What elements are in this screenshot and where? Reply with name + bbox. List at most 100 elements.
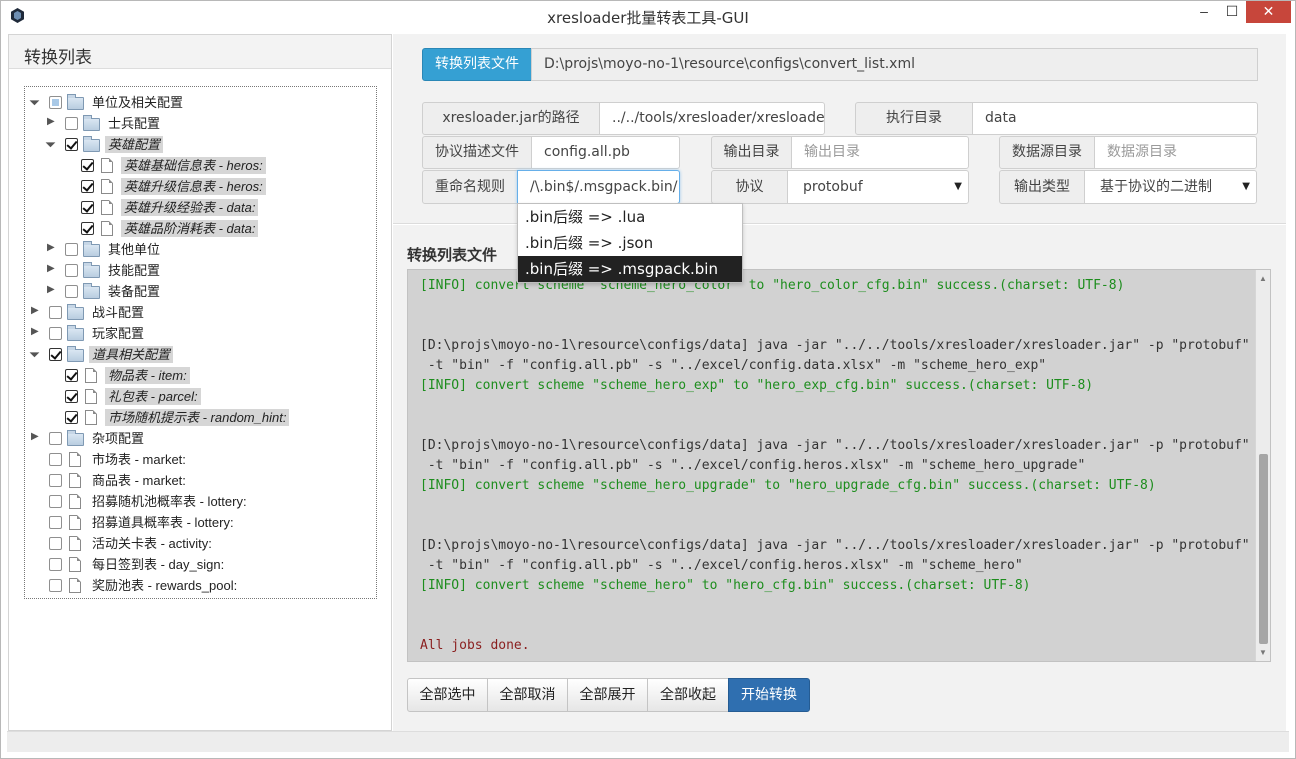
tree-item-label: 市场随机提示表 - random_hint: [105,409,290,426]
log-line: All jobs done. [420,638,530,653]
tree-checkbox[interactable] [49,516,62,529]
tree-checkbox[interactable] [65,138,78,151]
tree-file-row[interactable]: 市场表 - market: [25,449,376,470]
tree-file-row[interactable]: 物品表 - item: [25,365,376,386]
tree-checkbox[interactable] [49,96,62,109]
tree-item-label: 招募随机池概率表 - lottery: [92,494,247,509]
protocol-select[interactable]: protobuf ▼ [787,170,969,204]
tree-folder-row[interactable]: ▶ 装备配置 [25,281,376,302]
collapse-arrow-icon[interactable]: ▶ [47,116,57,128]
expand-arrow-icon[interactable]: ◢ [44,135,60,151]
tree-checkbox[interactable] [49,348,62,361]
expand-all-button[interactable]: 全部展开 [567,678,648,712]
tree-checkbox[interactable] [65,390,78,403]
tree-checkbox[interactable] [81,180,94,193]
collapse-arrow-icon[interactable]: ▶ [31,326,41,338]
tree-folder-row[interactable]: ▶ 其他单位 [25,239,376,260]
tree-checkbox[interactable] [49,537,62,550]
output-type-select[interactable]: 基于协议的二进制 ▼ [1084,170,1257,204]
tree-checkbox[interactable] [65,285,78,298]
tree-checkbox[interactable] [65,264,78,277]
collapse-arrow-icon[interactable]: ▶ [31,431,41,443]
tree-folder-row[interactable]: ▶ 玩家配置 [25,323,376,344]
tree-checkbox[interactable] [65,369,78,382]
tree-checkbox[interactable] [81,201,94,214]
tree-checkbox[interactable] [49,474,62,487]
tree-file-row[interactable]: 英雄升级信息表 - heros: [25,176,376,197]
tree-file-row[interactable]: 招募随机池概率表 - lottery: [25,491,376,512]
tree-checkbox[interactable] [49,558,62,571]
log-line: [INFO] convert scheme "scheme_hero_exp" … [420,378,1094,393]
proto-desc-input[interactable]: config.all.pb [531,136,680,169]
tree-folder-row[interactable]: ▶ 技能配置 [25,260,376,281]
folder-icon [83,115,100,131]
collapse-all-button[interactable]: 全部收起 [647,678,729,712]
tree-file-row[interactable]: 招募道具概率表 - lottery: [25,512,376,533]
tree-file-row[interactable]: 英雄品阶消耗表 - data: [25,218,376,239]
tree-folder-row[interactable]: ◢ 单位及相关配置 [25,92,376,113]
tree-file-row[interactable]: 商品表 - market: [25,470,376,491]
jar-path-input[interactable]: ../../tools/xresloader/xresloader. [599,102,825,135]
tree-file-row[interactable]: 奖励池表 - rewards_pool: [25,575,376,596]
tree-checkbox[interactable] [65,117,78,130]
tree-item-label: 单位及相关配置 [92,95,184,110]
tree-checkbox[interactable] [49,432,62,445]
tree-checkbox[interactable] [65,411,78,424]
log-line: [D:\projs\moyo-no-1\resource\configs/dat… [420,438,1250,453]
tree-checkbox[interactable] [49,579,62,592]
rename-suggestion-item[interactable]: .bin后缀 => .lua [518,204,742,230]
expand-arrow-icon[interactable]: ◢ [28,345,44,361]
tree-checkbox[interactable] [49,327,62,340]
tree-folder-row[interactable]: ▶ 杂项配置 [25,428,376,449]
log-output[interactable]: [INFO] convert scheme "scheme_hero_color… [407,269,1271,662]
collapse-arrow-icon[interactable]: ▶ [47,263,57,275]
exec-dir-input[interactable]: data [972,102,1258,135]
tree-file-row[interactable]: 每日签到表 - day_sign: [25,554,376,575]
tree-folder-row[interactable]: ◢ 英雄配置 [25,134,376,155]
collapse-arrow-icon[interactable]: ▶ [47,242,57,254]
tree-item-label: 英雄配置 [105,136,164,153]
tree-checkbox[interactable] [49,495,62,508]
chevron-down-icon: ▼ [1242,181,1250,192]
tree-file-row[interactable]: 活动关卡表 - activity: [25,533,376,554]
close-button[interactable]: ✕ [1246,1,1291,23]
tree-folder-row[interactable]: ▶ 战斗配置 [25,302,376,323]
maximize-button[interactable]: ☐ [1219,1,1245,23]
file-icon [101,200,113,215]
scroll-up-icon[interactable]: ▲ [1256,272,1270,286]
tree-checkbox[interactable] [49,306,62,319]
start-convert-button[interactable]: 开始转换 [728,678,810,712]
tree-file-row[interactable]: 英雄升级经验表 - data: [25,197,376,218]
collapse-arrow-icon[interactable]: ▶ [47,284,57,296]
rename-rule-input[interactable]: /\.bin$/.msgpack.bin/ [517,170,680,204]
proto-desc-label: 协议描述文件 [422,136,532,169]
convert-list-path-field[interactable]: D:\projs\moyo-no-1\resource\configs\conv… [531,48,1258,81]
folder-icon [83,136,100,152]
panel-title: 转换列表 [9,35,391,69]
minimize-button[interactable]: – [1191,1,1217,23]
data-source-dir-input[interactable]: 数据源目录 [1094,136,1257,169]
output-dir-input[interactable]: 输出目录 [791,136,969,169]
rename-suggestion-item[interactable]: .bin后缀 => .json [518,230,742,256]
convert-list-file-button[interactable]: 转换列表文件 [422,48,532,81]
tree-file-row[interactable]: 英雄基础信息表 - heros: [25,155,376,176]
log-scrollbar[interactable]: ▲ ▼ [1255,270,1270,661]
scroll-thumb[interactable] [1259,454,1268,644]
expand-arrow-icon[interactable]: ◢ [28,93,44,109]
tree-checkbox[interactable] [65,243,78,256]
tree-checkbox[interactable] [81,159,94,172]
rename-suggestion-item[interactable]: .bin后缀 => .msgpack.bin [518,256,742,282]
select-all-button[interactable]: 全部选中 [407,678,488,712]
tree-checkbox[interactable] [81,222,94,235]
collapse-arrow-icon[interactable]: ▶ [31,305,41,317]
output-dir-label: 输出目录 [711,136,792,169]
tree-checkbox[interactable] [49,453,62,466]
deselect-all-button[interactable]: 全部取消 [487,678,568,712]
scroll-down-icon[interactable]: ▼ [1256,646,1270,660]
tree-file-row[interactable]: 市场随机提示表 - random_hint: [25,407,376,428]
tree-file-row[interactable]: 礼包表 - parcel: [25,386,376,407]
tree-folder-row[interactable]: ▶ 士兵配置 [25,113,376,134]
tree-folder-row[interactable]: ◢ 道具相关配置 [25,344,376,365]
